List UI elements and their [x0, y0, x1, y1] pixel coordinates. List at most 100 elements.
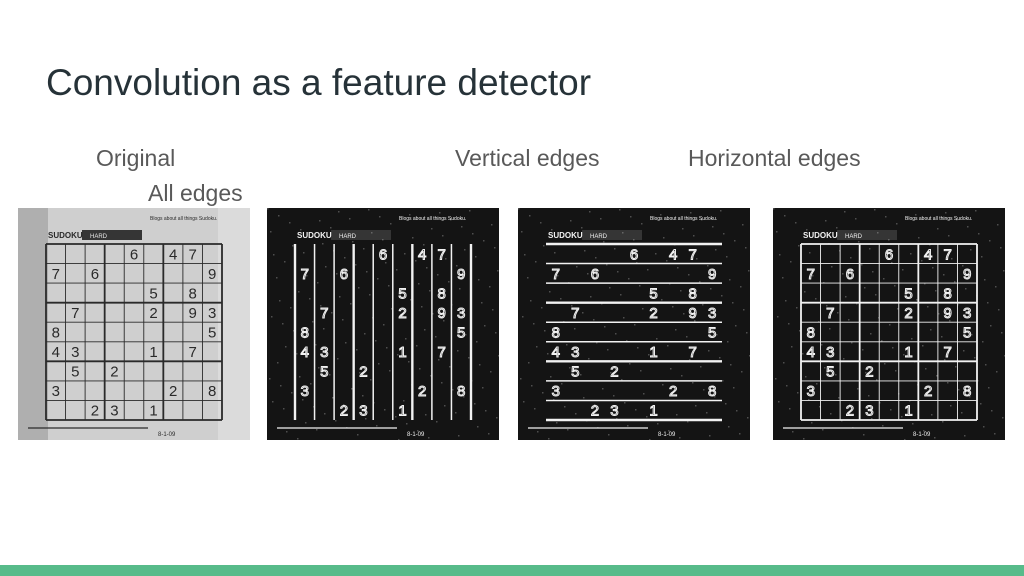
sudoku-footer-code: 8-1-09 — [658, 432, 676, 438]
sudoku-digit: 2 — [359, 364, 367, 381]
sudoku-digit: 4 — [301, 344, 309, 361]
label-vertical-edges: Vertical edges — [455, 145, 600, 171]
sudoku-side-note: Blogs about all things Sudoku. — [150, 216, 217, 222]
sudoku-digit: 3 — [320, 344, 328, 361]
sudoku-digit: 3 — [457, 305, 465, 322]
sudoku-digit: 6 — [91, 266, 99, 283]
sudoku-digit: 5 — [826, 364, 834, 381]
sudoku-digit: 2 — [418, 383, 426, 400]
sudoku-digit: 5 — [708, 324, 716, 341]
sudoku-digit: 9 — [688, 305, 696, 322]
sudoku-difficulty-label: HARD — [90, 234, 108, 240]
sudoku-difficulty-label: HARD — [845, 234, 863, 240]
label-horizontal-edges: Horizontal edges — [688, 145, 861, 171]
sudoku-digit: 1 — [149, 344, 157, 361]
sudoku-digit: 2 — [669, 383, 677, 400]
sudoku-digit: 1 — [904, 344, 912, 361]
sudoku-digit: 3 — [826, 344, 834, 361]
sudoku-digit: 8 — [708, 383, 716, 400]
sudoku-digit: 8 — [188, 285, 196, 302]
sudoku-digit: 6 — [340, 266, 348, 283]
sudoku-digit: 8 — [943, 285, 951, 302]
sudoku-digit: 5 — [71, 364, 79, 381]
sudoku-digit: 7 — [71, 305, 79, 322]
sudoku-side-note: Blogs about all things Sudoku. — [650, 216, 717, 222]
sudoku-digit: 5 — [320, 364, 328, 381]
label-original: Original — [96, 145, 176, 171]
sudoku-digit: 7 — [52, 266, 60, 283]
sudoku-digit: 2 — [169, 383, 177, 400]
sudoku-header-label: SUDOKU — [48, 231, 83, 240]
sudoku-digit: 3 — [807, 383, 815, 400]
sudoku-digit: 7 — [301, 266, 309, 283]
sudoku-digit: 9 — [708, 266, 716, 283]
sudoku-digit: 4 — [924, 246, 932, 263]
sudoku-digit: 1 — [149, 403, 157, 420]
vertical-edges-image: SUDOKU HARD Blogs about all things Sudoku.… — [267, 208, 499, 440]
sudoku-digit: 2 — [649, 305, 657, 322]
sudoku-digit: 1 — [649, 403, 657, 420]
sudoku-digit: 2 — [865, 364, 873, 381]
sudoku-digit: 8 — [52, 324, 60, 341]
sudoku-digit: 7 — [188, 246, 196, 263]
sudoku-digit: 3 — [610, 403, 618, 420]
sudoku-digit: 3 — [71, 344, 79, 361]
sudoku-digit: 5 — [904, 285, 912, 302]
all-edges-image: SUDOKU HARD Blogs about all things Sudoku.… — [773, 208, 1005, 440]
sudoku-digit: 3 — [301, 383, 309, 400]
sudoku-digit: 5 — [963, 324, 971, 341]
sudoku-digit: 9 — [943, 305, 951, 322]
sudoku-digit: 6 — [130, 246, 138, 263]
sudoku-digit: 7 — [943, 344, 951, 361]
sudoku-header-label: SUDOKU — [297, 231, 332, 240]
sudoku-digit: 3 — [865, 403, 873, 420]
sudoku-digit: 5 — [649, 285, 657, 302]
sudoku-digit: 2 — [149, 305, 157, 322]
sudoku-digit: 7 — [437, 344, 445, 361]
sudoku-digit: 6 — [379, 246, 387, 263]
sudoku-digit: 8 — [963, 383, 971, 400]
sudoku-digit: 2 — [846, 403, 854, 420]
sudoku-footer-code: 8-1-09 — [407, 432, 425, 438]
sudoku-digit: 3 — [552, 383, 560, 400]
sudoku-digit: 1 — [398, 344, 406, 361]
sudoku-side-note: Blogs about all things Sudoku. — [905, 216, 972, 222]
sudoku-digit: 7 — [320, 305, 328, 322]
sudoku-digit: 4 — [669, 246, 677, 263]
sudoku-digit: 5 — [457, 324, 465, 341]
sudoku-digit: 7 — [826, 305, 834, 322]
original-sudoku-image: SUDOKU HARD Blogs about all things Sudoku.… — [18, 208, 250, 440]
sudoku-digit: 4 — [418, 246, 426, 263]
sudoku-digit: 4 — [807, 344, 815, 361]
bottom-accent-bar — [0, 565, 1024, 576]
sudoku-digit: 1 — [904, 403, 912, 420]
sudoku-digit: 7 — [807, 266, 815, 283]
slide-title: Convolution as a feature detector — [46, 62, 592, 103]
sudoku-digit: 1 — [649, 344, 657, 361]
sudoku-header-label: SUDOKU — [548, 231, 583, 240]
sudoku-digit: 7 — [188, 344, 196, 361]
sudoku-digit: 7 — [688, 246, 696, 263]
sudoku-digit: 3 — [359, 403, 367, 420]
sudoku-digit: 3 — [571, 344, 579, 361]
sudoku-digit: 2 — [924, 383, 932, 400]
sudoku-digit: 6 — [591, 266, 599, 283]
sudoku-digit: 3 — [708, 305, 716, 322]
sudoku-header-label: SUDOKU — [803, 231, 838, 240]
label-all-edges: All edges — [148, 180, 243, 206]
sudoku-digit: 9 — [208, 266, 216, 283]
sudoku-digit: 8 — [807, 324, 815, 341]
sudoku-digit: 8 — [688, 285, 696, 302]
sudoku-digit: 7 — [552, 266, 560, 283]
sudoku-digit: 3 — [52, 383, 60, 400]
sudoku-digit: 8 — [552, 324, 560, 341]
sudoku-digit: 6 — [630, 246, 638, 263]
sudoku-digit: 8 — [208, 383, 216, 400]
sudoku-digit: 8 — [437, 285, 445, 302]
sudoku-digit: 2 — [398, 305, 406, 322]
sudoku-digit: 5 — [208, 324, 216, 341]
sudoku-digit: 7 — [688, 344, 696, 361]
sudoku-digit: 3 — [963, 305, 971, 322]
sudoku-digit: 2 — [91, 403, 99, 420]
sudoku-digit: 5 — [398, 285, 406, 302]
